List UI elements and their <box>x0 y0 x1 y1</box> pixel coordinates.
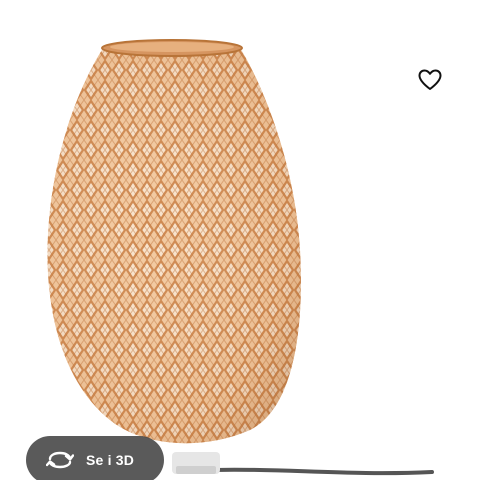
product-gallery: Se i 3D <box>0 0 480 480</box>
lamp-cord <box>213 467 434 476</box>
view-3d-label: Se i 3D <box>86 452 135 468</box>
favorite-button[interactable] <box>414 64 446 96</box>
view-3d-button[interactable]: Se i 3D <box>26 436 164 480</box>
heart-outline-icon <box>418 69 442 90</box>
product-image <box>47 39 434 476</box>
rotate-360-icon <box>46 450 74 470</box>
